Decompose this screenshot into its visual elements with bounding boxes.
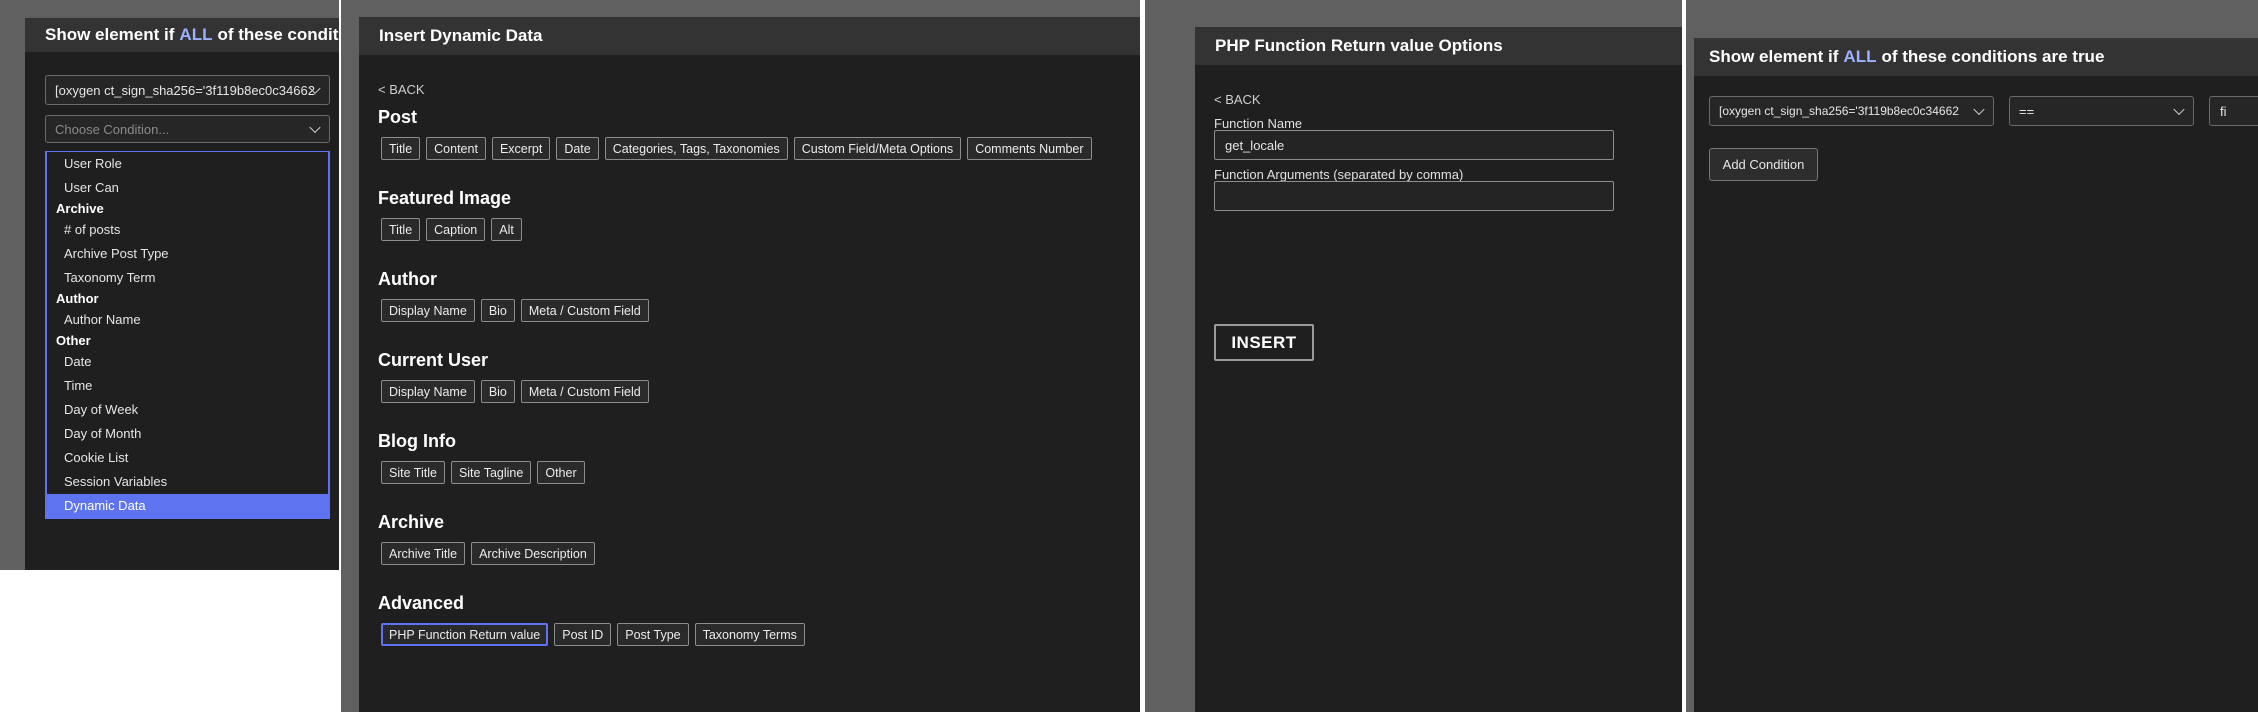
option-button[interactable]: Meta / Custom Field [520, 299, 649, 322]
function-args-label: Function Arguments (separated by comma) [1214, 167, 1464, 182]
option-button[interactable]: Caption [426, 218, 486, 241]
option-button[interactable]: Site Tagline [450, 461, 532, 484]
title-highlight: ALL [1843, 47, 1877, 66]
option-button[interactable]: Title [381, 218, 421, 241]
panel-conditions-set: Show element if ALL of these conditions ar… [1686, 0, 2258, 712]
option-button[interactable]: Taxonomy Terms [694, 623, 805, 646]
option-button[interactable]: Meta / Custom Field [520, 380, 649, 403]
add-condition-button[interactable]: Add Condition [1709, 148, 1818, 181]
condition-value: fi [2220, 103, 2227, 119]
section-title-featured-image: Featured Image [378, 188, 512, 208]
section-title-archive: Archive [378, 512, 445, 532]
dropdown-item[interactable]: Day of Month [47, 422, 328, 446]
chevron-down-icon [1973, 103, 1985, 116]
dropdown-group-archive: Archive [56, 201, 104, 216]
post-options: Title Content Excerpt Date Categories, T… [381, 137, 1092, 160]
section-title-advanced: Advanced [378, 593, 465, 613]
function-name-input[interactable]: get_locale [1214, 130, 1614, 160]
option-button[interactable]: Archive Description [471, 542, 595, 565]
back-link[interactable]: < BACK [1214, 92, 1261, 107]
title-prefix: Show element if [1709, 47, 1839, 66]
operator-select-value: == [2019, 103, 2035, 119]
section-title-post: Post [378, 107, 418, 127]
dropdown-item[interactable]: Author Name [47, 308, 328, 332]
shortcode-select-value: [oxygen ct_sign_sha256='3f119b8ec0c34662 [55, 82, 315, 98]
dropdown-item[interactable]: User Role [47, 152, 328, 176]
dialog-title: Show element ifALLof these conditions [25, 18, 339, 52]
option-button[interactable]: Comments Number [967, 137, 1092, 160]
option-button-selected[interactable]: PHP Function Return value [381, 623, 549, 646]
title-suffix: of these conditions are true [1881, 47, 2105, 66]
insert-button[interactable]: INSERT [1214, 324, 1314, 361]
dropdown-item[interactable]: Day of Week [47, 398, 328, 422]
shortcode-select[interactable]: [oxygen ct_sign_sha256='3f119b8ec0c34662 [45, 75, 330, 105]
title-highlight: ALL [179, 25, 213, 44]
option-button[interactable]: Post Type [617, 623, 689, 646]
dialog-title: Show element if ALL of these conditions ar… [1694, 38, 2258, 76]
option-button[interactable]: Categories, Tags, Taxonomies [604, 137, 788, 160]
advanced-options: PHP Function Return value Post ID Post T… [381, 623, 805, 646]
option-button[interactable]: Custom Field/Meta Options [793, 137, 962, 160]
current-user-options: Display Name Bio Meta / Custom Field [381, 380, 649, 403]
author-options: Display Name Bio Meta / Custom Field [381, 299, 649, 322]
section-title-author: Author [378, 269, 437, 289]
operator-select[interactable]: == [2009, 96, 2194, 126]
dropdown-item[interactable]: Archive Post Type [47, 242, 328, 266]
option-button[interactable]: Alt [491, 218, 522, 241]
dropdown-item[interactable]: Date [47, 350, 328, 374]
chevron-down-icon [2173, 103, 2185, 116]
condition-select[interactable]: Choose Condition... [45, 115, 330, 143]
option-button[interactable]: Excerpt [491, 137, 551, 160]
function-name-label: Function Name [1214, 116, 1303, 131]
option-button[interactable]: Content [426, 137, 486, 160]
dialog-title: PHP Function Return value Options [1195, 27, 1682, 65]
blog-info-options: Site Title Site Tagline Other [381, 461, 585, 484]
option-button[interactable]: Site Title [381, 461, 445, 484]
conditions-dialog: Show element if ALL of these conditions ar… [1694, 38, 2258, 712]
dropdown-item[interactable]: Session Variables [47, 470, 328, 494]
dropdown-item[interactable]: Time [47, 374, 328, 398]
archive-options: Archive Title Archive Description [381, 542, 595, 565]
chevron-down-icon [309, 121, 321, 134]
featured-image-options: Title Caption Alt [381, 218, 522, 241]
condition-dropdown-list: User Role User Can Archive # of posts Ar… [45, 151, 330, 519]
option-button[interactable]: Archive Title [381, 542, 466, 565]
panel-php-function-options: PHP Function Return value Options < BACK… [1145, 0, 1682, 712]
dropdown-item[interactable]: Taxonomy Term [47, 266, 328, 290]
dropdown-item[interactable]: # of posts [47, 218, 328, 242]
dialog-title: Insert Dynamic Data [359, 17, 1140, 55]
option-button[interactable]: Display Name [381, 380, 475, 403]
function-name-value: get_locale [1225, 137, 1285, 153]
dropdown-group-other: Other [56, 333, 91, 348]
shortcode-select-value: [oxygen ct_sign_sha256='3f119b8ec0c34662 [1719, 104, 1959, 118]
option-button[interactable]: Title [381, 137, 421, 160]
option-button[interactable]: Display Name [381, 299, 475, 322]
option-button[interactable]: Bio [480, 299, 515, 322]
php-function-dialog: PHP Function Return value Options < BACK… [1195, 27, 1682, 712]
condition-value-input[interactable]: fi [2209, 96, 2258, 126]
insert-dynamic-data-dialog: Insert Dynamic Data < BACK Post Title Co… [359, 17, 1140, 712]
option-button[interactable]: Other [537, 461, 585, 484]
option-button[interactable]: Date [556, 137, 599, 160]
panel-condition-dropdown: Show element ifALLof these conditions [o… [0, 0, 339, 570]
conditions-dialog: Show element ifALLof these conditions [o… [25, 18, 339, 570]
title-prefix: Show element if [45, 25, 175, 44]
title-suffix: of these conditions [217, 25, 339, 44]
panel-insert-dynamic-data: Insert Dynamic Data < BACK Post Title Co… [341, 0, 1140, 712]
dropdown-item[interactable]: Cookie List [47, 446, 328, 470]
dropdown-group-author: Author [56, 291, 99, 306]
option-button[interactable]: Post ID [554, 623, 612, 646]
function-args-input[interactable] [1214, 181, 1614, 211]
section-title-current-user: Current User [378, 350, 489, 370]
condition-select-placeholder: Choose Condition... [55, 121, 170, 137]
dropdown-item[interactable]: User Can [47, 176, 328, 200]
back-link[interactable]: < BACK [378, 82, 425, 97]
section-title-blog-info: Blog Info [378, 431, 456, 451]
option-button[interactable]: Bio [480, 380, 515, 403]
dropdown-item-dynamic-data[interactable]: Dynamic Data [47, 494, 328, 518]
shortcode-select[interactable]: [oxygen ct_sign_sha256='3f119b8ec0c34662 [1709, 96, 1994, 126]
